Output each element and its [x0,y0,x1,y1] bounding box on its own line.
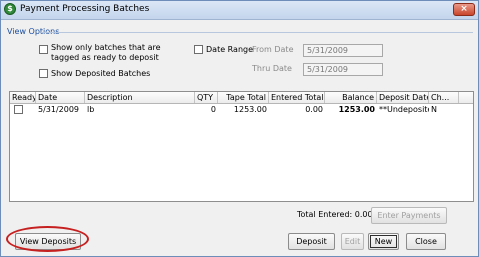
payment-processing-batches-window: $ Payment Processing Batches × View Opti… [0,0,479,257]
row-ready-checkbox[interactable] [14,105,23,114]
row-balance: 1253.00 [338,105,375,114]
show-only-ready-label: Show only batches that are tagged as rea… [51,43,161,63]
thru-date-field[interactable]: 5/31/2009 [303,63,383,76]
show-deposited-checkbox[interactable] [39,69,48,78]
row-date: 5/31/2009 [38,105,80,114]
thru-date-label: Thru Date [252,64,292,73]
col-balance[interactable]: Balance [325,92,377,103]
col-deposit-date[interactable]: Deposit Date [377,92,429,103]
show-only-ready-label-line2: tagged as ready to deposit [51,53,159,62]
row-deposit-date: **Undeposite... [379,105,429,114]
row-description: lb [87,105,95,114]
col-description[interactable]: Description [85,92,195,103]
enter-payments-button[interactable]: Enter Payments [371,207,447,224]
edit-button[interactable]: Edit [341,233,364,250]
table-header: Ready Date Description QTY Tape Total En… [10,92,473,104]
view-deposits-button[interactable]: View Deposits [15,233,81,250]
col-ready[interactable]: Ready [10,92,36,103]
window-close-button[interactable]: × [453,3,475,16]
col-qty[interactable]: QTY [195,92,218,103]
app-icon: $ [4,3,16,15]
from-date-field[interactable]: 5/31/2009 [303,44,383,57]
col-tape-total[interactable]: Tape Total [218,92,269,103]
batches-table: Ready Date Description QTY Tape Total En… [9,91,474,202]
col-ch[interactable]: Ch... [429,92,459,103]
row-qty: 0 [210,105,216,114]
date-range-label: Date Range [206,45,254,54]
from-date-label: From Date [252,45,294,54]
date-range-checkbox[interactable] [194,45,203,54]
col-date[interactable]: Date [36,92,85,103]
new-button[interactable]: New [368,233,399,250]
title-bar: $ Payment Processing Batches × [1,1,478,20]
row-entered-total: 0.00 [305,105,323,114]
view-options-divider [41,32,473,33]
total-entered-label: Total Entered: 0.00 [297,210,373,219]
close-button[interactable]: Close [406,233,446,250]
col-entered-total[interactable]: Entered Total [269,92,325,103]
show-only-ready-checkbox[interactable] [39,45,48,54]
show-deposited-label: Show Deposited Batches [51,69,151,78]
row-tape-total: 1253.00 [233,105,267,114]
deposit-button[interactable]: Deposit [288,233,335,250]
window-title: Payment Processing Batches [20,4,150,14]
show-only-ready-label-line1: Show only batches that are [51,43,161,52]
row-ch: N [431,105,437,114]
